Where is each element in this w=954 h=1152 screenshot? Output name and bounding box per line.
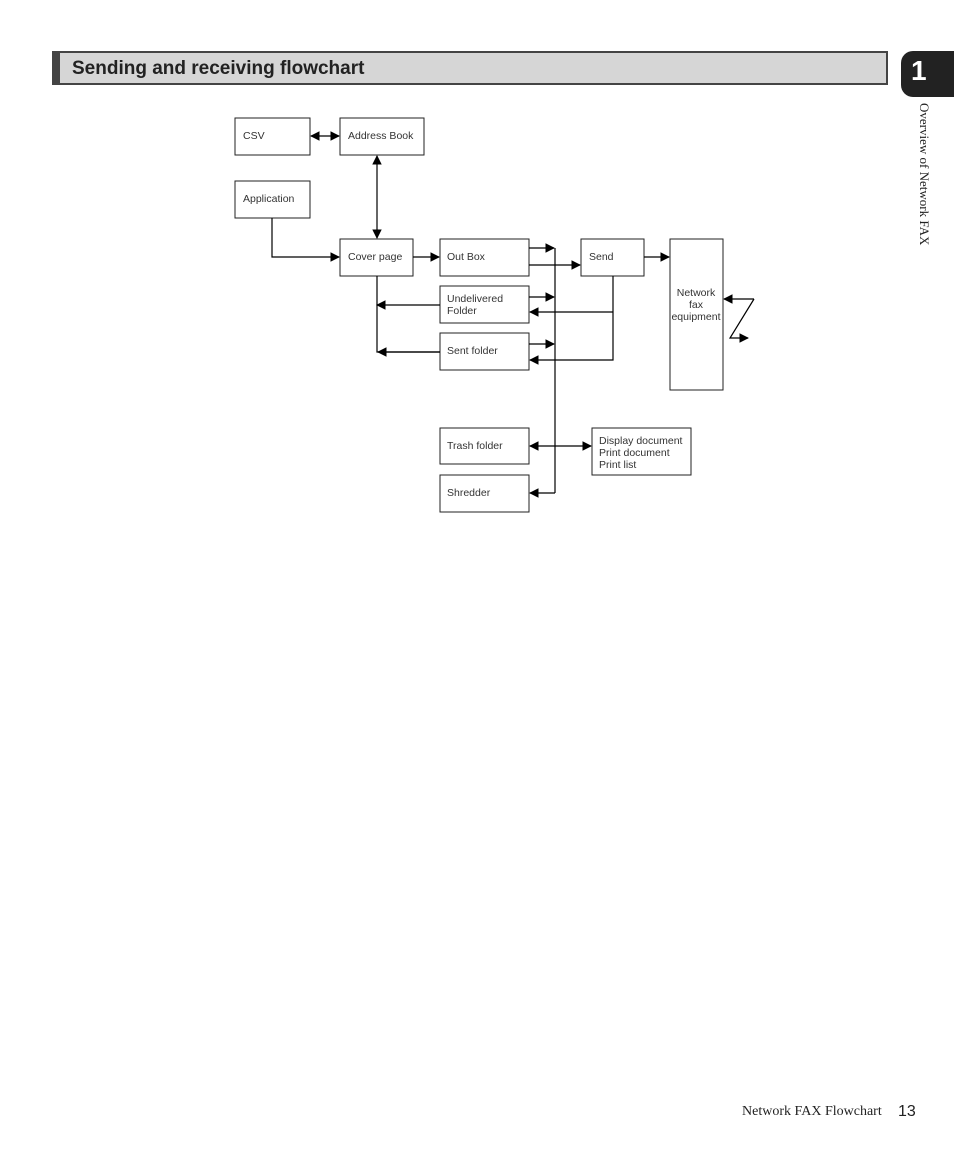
label-fax: fax — [689, 299, 704, 311]
label-print-document: Print document — [599, 447, 670, 459]
label-trash-folder: Trash folder — [447, 440, 503, 452]
label-cover-page: Cover page — [348, 251, 402, 263]
label-send: Send — [589, 251, 614, 263]
label-undelivered: Undelivered — [447, 293, 503, 305]
page-number: 13 — [898, 1103, 916, 1120]
label-out-box: Out Box — [447, 251, 486, 263]
label-application: Application — [243, 193, 295, 205]
label-folder: Folder — [447, 305, 477, 317]
flowchart: CSV Address Book Application Cover page … — [234, 117, 755, 513]
label-shredder: Shredder — [447, 487, 491, 499]
label-sent-folder: Sent folder — [447, 345, 498, 357]
footer-title: Network FAX Flowchart — [742, 1104, 882, 1119]
label-print-list: Print list — [599, 459, 636, 471]
edge-network-io — [728, 298, 755, 343]
edge-cover-sent — [376, 276, 440, 353]
label-csv: CSV — [243, 130, 265, 142]
label-network: Network — [677, 287, 716, 299]
label-display-document: Display document — [599, 435, 683, 447]
edge-send-return — [529, 276, 614, 365]
label-address-book: Address Book — [348, 130, 414, 142]
edge-application-cover — [271, 218, 340, 262]
label-equipment: equipment — [671, 311, 720, 323]
